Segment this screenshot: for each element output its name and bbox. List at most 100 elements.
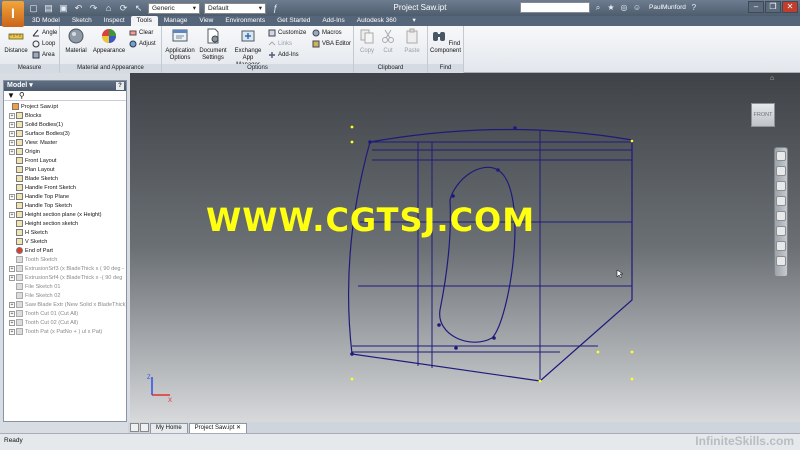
cut-button[interactable]: Cut xyxy=(378,28,398,55)
expand-icon[interactable]: + xyxy=(9,148,15,155)
angle-button[interactable]: Angle xyxy=(32,28,57,37)
tab-autodesk-360[interactable]: Autodesk 360 xyxy=(351,16,403,26)
viewcube[interactable]: FRONT xyxy=(751,103,775,127)
doc-tab-my-home[interactable]: My Home xyxy=(150,423,188,433)
tree-item[interactable]: Handle Front Sketch xyxy=(4,183,126,192)
tree-item[interactable]: H Sketch xyxy=(4,228,126,237)
tree-item[interactable]: + ExtrusionSrf4 (x BladeThick x -( 90 deg xyxy=(4,273,126,282)
tab-environments[interactable]: Environments xyxy=(219,16,271,26)
add-ins-button[interactable]: Add-Ins xyxy=(268,50,299,59)
expand-icon[interactable]: + xyxy=(9,211,15,218)
user-icon[interactable]: ☺ xyxy=(632,3,642,13)
material-combo[interactable]: Generic ▾ xyxy=(148,2,200,14)
tree-item[interactable]: + Handle Top Plane xyxy=(4,192,126,201)
zoom-icon[interactable] xyxy=(776,181,786,191)
update-icon[interactable]: ⟳ xyxy=(118,3,129,14)
tab-add-ins[interactable]: Add-Ins xyxy=(316,16,350,26)
tree-item[interactable]: Tooth Sketch xyxy=(4,255,126,264)
expand-icon[interactable]: + xyxy=(9,301,15,308)
expand-icon[interactable]: + xyxy=(9,310,15,317)
open-icon[interactable]: ▤ xyxy=(43,3,54,14)
undo-icon[interactable]: ↶ xyxy=(73,3,84,14)
expand-icon[interactable]: + xyxy=(9,265,15,272)
tree-item[interactable]: + Tooth Pat (x PatNo + ) ul x Pat) xyxy=(4,327,126,336)
tab-tools[interactable]: Tools xyxy=(130,16,158,26)
tab-inspect[interactable]: Inspect xyxy=(98,16,131,26)
expand-icon[interactable]: + xyxy=(9,112,15,119)
tree-item[interactable]: + Tooth Cut 02 (Cut All) xyxy=(4,318,126,327)
area-button[interactable]: Area xyxy=(32,50,55,59)
find-icon[interactable]: ⚲ xyxy=(19,91,25,100)
clear-button[interactable]: Clear xyxy=(129,28,153,37)
tab-view[interactable]: View xyxy=(193,16,219,26)
expand-icon[interactable]: + xyxy=(9,319,15,326)
username[interactable]: PaulMunford xyxy=(649,4,686,11)
customize-button[interactable]: Customize xyxy=(268,28,306,37)
fx-icon[interactable]: ƒ xyxy=(270,3,281,14)
links-button[interactable]: Links xyxy=(268,39,292,48)
expand-icon[interactable]: + xyxy=(9,121,15,128)
tree-item[interactable]: V Sketch xyxy=(4,237,126,246)
graphics-window[interactable]: ⌂ FRONT WWW.CGTSJ.COM Z X xyxy=(130,73,800,422)
tile-windows-icon[interactable] xyxy=(130,423,139,432)
tab-get-started[interactable]: Get Started xyxy=(271,16,316,26)
doc-tab-project-saw[interactable]: Project Saw.ipt ✕ xyxy=(188,423,248,433)
tree-item[interactable]: + Blocks xyxy=(4,111,126,120)
tab-3d-model[interactable]: 3D Model xyxy=(26,16,66,26)
tree-item[interactable]: + Surface Bodies(3) xyxy=(4,129,126,138)
tree-item[interactable]: + ExtrusionSrf3 (x BladeThick x ( 90 deg … xyxy=(4,264,126,273)
vba-editor-button[interactable]: VBA Editor xyxy=(312,39,351,48)
tree-item[interactable]: Height section sketch xyxy=(4,219,126,228)
appearance-button[interactable]: Appearance xyxy=(92,28,126,55)
tree-item[interactable]: + Saw Blade Extr (New Solid x BladeThick) xyxy=(4,300,126,309)
browser-close-button[interactable]: ? xyxy=(116,82,124,90)
subscription-icon[interactable]: ★ xyxy=(606,3,616,13)
tree-item[interactable]: + Height section plane (x Height) xyxy=(4,210,126,219)
search-icon[interactable]: ⌕ xyxy=(593,3,603,13)
tree-item[interactable]: + Origin xyxy=(4,147,126,156)
zoom-window-icon[interactable] xyxy=(776,241,786,251)
paste-button[interactable]: Paste xyxy=(400,28,424,55)
cascade-windows-icon[interactable] xyxy=(140,423,149,432)
material-button[interactable]: Material xyxy=(63,28,89,55)
home-icon[interactable]: ⌂ xyxy=(103,3,114,14)
minimize-button[interactable]: – xyxy=(748,1,764,13)
tree-item[interactable]: Front Layout xyxy=(4,156,126,165)
browser-header[interactable]: Model ▾ ? xyxy=(4,81,126,91)
find-component-button[interactable]: Find Component xyxy=(428,28,463,55)
help-icon[interactable]: ? xyxy=(689,3,699,13)
adjust-button[interactable]: Adjust xyxy=(129,39,156,48)
select-icon[interactable]: ↖ xyxy=(133,3,144,14)
chevron-down-icon[interactable]: ▾ xyxy=(29,82,33,89)
expand-icon[interactable]: + xyxy=(9,130,15,137)
measure-group-label[interactable]: Measure xyxy=(0,64,59,73)
expand-icon[interactable]: + xyxy=(9,139,15,146)
tree-item[interactable]: Plan Layout xyxy=(4,165,126,174)
tree-item[interactable]: File Sketch 02 xyxy=(4,291,126,300)
search-input[interactable] xyxy=(520,2,590,13)
close-button[interactable]: ✕ xyxy=(782,1,798,13)
tree-item[interactable]: + Solid Bodies(1) xyxy=(4,120,126,129)
tab-sketch[interactable]: Sketch xyxy=(66,16,98,26)
loop-button[interactable]: Loop xyxy=(32,39,55,48)
expand-icon[interactable]: + xyxy=(9,193,15,200)
tree-item[interactable]: + View: Master xyxy=(4,138,126,147)
look-at-icon[interactable] xyxy=(776,211,786,221)
zoom-selected-icon[interactable] xyxy=(776,256,786,266)
viewcube-home-icon[interactable]: ⌂ xyxy=(770,75,778,83)
tree-item[interactable]: + Tooth Cut 01 (Cut All) xyxy=(4,309,126,318)
document-settings-button[interactable]: Document Settings xyxy=(197,28,229,62)
application-menu-button[interactable]: I xyxy=(2,1,24,27)
restore-button[interactable]: ❐ xyxy=(765,1,781,13)
close-icon[interactable]: ✕ xyxy=(236,425,241,431)
communication-icon[interactable]: ◎ xyxy=(619,3,629,13)
full-navigation-wheel-icon[interactable] xyxy=(776,151,786,161)
orbit-icon[interactable] xyxy=(776,196,786,206)
tab-manage[interactable]: Manage xyxy=(158,16,194,26)
tree-item[interactable]: Blade Sketch xyxy=(4,174,126,183)
save-icon[interactable]: ▣ xyxy=(58,3,69,14)
pan-icon[interactable] xyxy=(776,166,786,176)
tree-item[interactable]: File Sketch 01 xyxy=(4,282,126,291)
material-appearance-group-label[interactable]: Material and Appearance xyxy=(60,64,161,73)
options-group-label[interactable]: Options xyxy=(162,64,353,73)
